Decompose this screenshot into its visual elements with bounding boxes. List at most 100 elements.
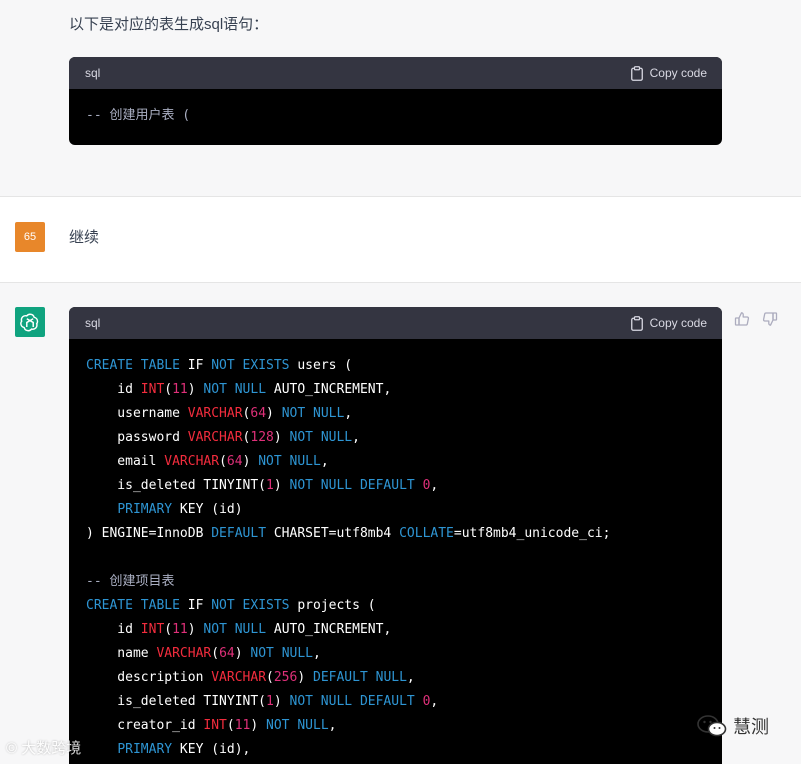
code-token: , [313, 646, 321, 661]
code-token: ( [219, 454, 227, 469]
watermark-right: 慧测 [697, 713, 769, 739]
code-line: creator_id INT(11) NOT NULL, [86, 714, 705, 738]
code-line: is_deleted TINYINT(1) NOT NULL DEFAULT 0… [86, 474, 705, 498]
code-header: sql Copy code [69, 307, 722, 339]
code-header: sql Copy code [69, 57, 722, 89]
code-content: CREATE TABLE IF NOT EXISTS users ( id IN… [69, 339, 722, 762]
code-line: password VARCHAR(128) NOT NULL, [86, 426, 705, 450]
code-token: 11 [234, 718, 251, 733]
code-token: INT [140, 622, 165, 637]
code-token: , [328, 718, 337, 733]
code-line: is_deleted TINYINT(1) NOT NULL DEFAULT 0… [86, 690, 705, 714]
code-token: NOT NULL [250, 646, 314, 661]
user-avatar: 65 [15, 222, 45, 252]
code-token: DEFAULT [211, 526, 267, 541]
code-line: username VARCHAR(64) NOT NULL, [86, 402, 705, 426]
code-token: NOT NULL [289, 430, 353, 445]
clipboard-icon [630, 315, 643, 331]
code-token: NOT NULL [266, 718, 329, 733]
code-language-label: sql [85, 316, 101, 330]
code-token: ) ENGINE=InnoDB [86, 526, 212, 541]
thumbs-up-icon[interactable] [734, 311, 750, 327]
code-token: users ( [289, 358, 353, 373]
code-token: -- 创建用户表 ( [86, 108, 191, 123]
code-token: NOT NULL [281, 406, 345, 421]
code-line: -- 创建项目表 [86, 570, 705, 594]
code-token: ) [187, 622, 204, 637]
code-token: IF [187, 358, 204, 373]
copy-code-label: Copy code [649, 316, 707, 330]
code-language-label: sql [85, 66, 101, 80]
code-line: id INT(11) NOT NULL AUTO_INCREMENT, [86, 378, 705, 402]
code-token: INT [140, 382, 165, 397]
code-token: ( [211, 646, 220, 661]
copy-code-button[interactable]: Copy code [630, 315, 707, 331]
assistant-intro-text: 以下是对应的表生成sql语句： [69, 16, 269, 33]
code-token: ) [187, 382, 204, 397]
code-token: PRIMARY [117, 502, 173, 517]
code-token: CHARSET=utf8mb4 [266, 526, 400, 541]
code-token: email [86, 454, 165, 469]
code-token: =utf8mb4_unicode_ci; [453, 526, 611, 541]
code-token: ) [250, 718, 267, 733]
user-message-text: 继续 [69, 229, 100, 246]
code-token: creator_id [86, 718, 204, 733]
code-token: NOT EXISTS [211, 358, 290, 373]
code-token: NOT NULL DEFAULT [289, 694, 415, 709]
code-token: , [430, 478, 439, 493]
code-token: VARCHAR [211, 670, 267, 685]
thumbs-down-icon[interactable] [762, 311, 778, 327]
code-token: ( [226, 718, 235, 733]
code-line: -- 创建用户表 ( [86, 104, 705, 128]
code-token: VARCHAR [156, 646, 212, 661]
code-token: name [86, 646, 157, 661]
code-token: ) [242, 454, 259, 469]
code-token: id [86, 622, 141, 637]
code-line: CREATE TABLE IF NOT EXISTS projects ( [86, 594, 705, 618]
code-token: , [430, 694, 439, 709]
openai-logo-icon [20, 313, 39, 332]
code-token: CREATE TABLE [86, 358, 180, 373]
watermark-left: © 大数跨境 [6, 740, 82, 757]
code-token: is_deleted TINYINT( [86, 478, 267, 493]
code-token: NOT NULL [203, 622, 267, 637]
code-token: 64 [250, 406, 267, 421]
assistant-avatar [15, 307, 45, 337]
clipboard-icon [630, 65, 643, 81]
assistant-turn-1: 以下是对应的表生成sql语句： sql Copy code -- 创建用户表 ( [0, 0, 801, 197]
code-token: AUTO_INCREMENT, [266, 622, 392, 637]
code-token: DEFAULT NULL [313, 670, 407, 685]
code-token: -- 创建项目表 [86, 574, 175, 589]
code-token: CREATE TABLE [86, 598, 180, 613]
code-token: id [86, 382, 141, 397]
code-token: projects ( [289, 598, 376, 613]
code-token: KEY (id), [172, 742, 251, 757]
feedback-buttons [734, 311, 778, 327]
code-block: sql Copy code CREATE TABLE IF NOT EXISTS… [69, 307, 722, 764]
code-token: , [344, 406, 353, 421]
code-token: NOT NULL DEFAULT [289, 478, 415, 493]
code-token: AUTO_INCREMENT, [266, 382, 392, 397]
code-token: 64 [226, 454, 243, 469]
code-token: , [406, 670, 415, 685]
code-token: username [86, 406, 188, 421]
code-token: ( [164, 622, 173, 637]
code-token: NOT NULL [258, 454, 321, 469]
copy-code-button[interactable]: Copy code [630, 65, 707, 81]
code-token: INT [203, 718, 227, 733]
code-token: ) [273, 694, 290, 709]
code-token: COLLATE [399, 526, 454, 541]
code-token: ) [297, 670, 313, 685]
code-line: id INT(11) NOT NULL AUTO_INCREMENT, [86, 618, 705, 642]
code-token: 1 [266, 478, 274, 493]
code-token: ( [266, 670, 274, 685]
code-token: IF [179, 598, 212, 613]
code-token: PRIMARY [117, 742, 173, 757]
code-token: ) [273, 478, 290, 493]
code-token: ) [234, 646, 251, 661]
code-token: ) [266, 406, 282, 421]
